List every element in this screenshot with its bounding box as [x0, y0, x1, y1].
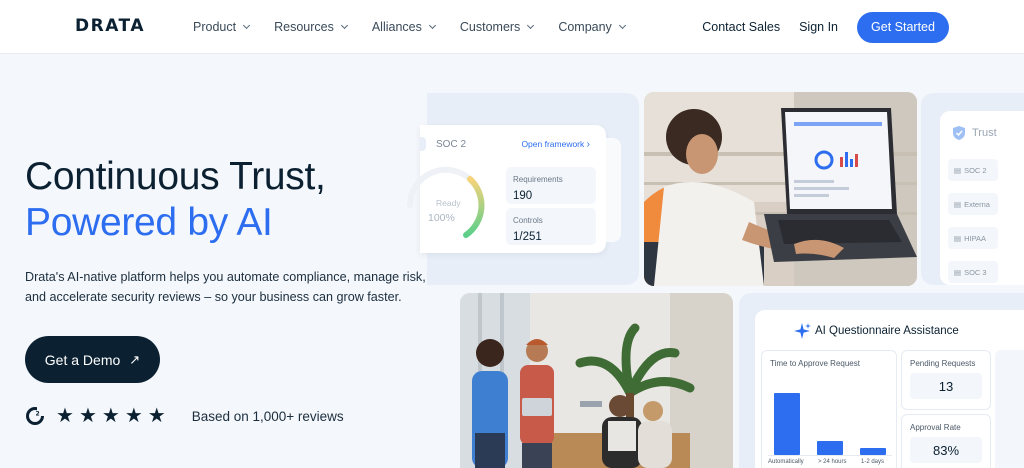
- document-icon: ▤: [954, 267, 962, 277]
- drata-logo[interactable]: DRATA: [75, 16, 145, 36]
- soc2-card: SOC 2 Open framework › Ready 100% Requir…: [407, 125, 606, 253]
- card-stack-edge: [606, 138, 621, 242]
- controls-box: Controls 1/251: [506, 208, 596, 245]
- sparkle-icon: [793, 322, 811, 345]
- controls-value: 1/251: [513, 231, 542, 243]
- chart-title: Time to Approve Request: [770, 359, 860, 368]
- document-icon: ▤: [954, 199, 962, 209]
- chevron-down-icon: [428, 21, 436, 30]
- hero-description: Drata's AI-native platform helps you aut…: [25, 270, 426, 304]
- gauge-label: Ready: [436, 198, 461, 208]
- star-icon: ★: [147, 405, 166, 427]
- get-a-demo-button[interactable]: Get a Demo ↗: [25, 336, 160, 383]
- gauge-value: 100%: [428, 212, 455, 224]
- document-icon: ▤: [954, 233, 962, 243]
- pending-requests-value: 13: [910, 373, 982, 399]
- chart-bar-1-2-days: [860, 448, 886, 455]
- menu-label: Product: [193, 20, 237, 34]
- chart-baseline: [768, 455, 892, 456]
- shield-check-icon: [952, 125, 966, 146]
- trust-item-label: SOC 2: [964, 165, 987, 175]
- reviews-text: Based on 1,000+ reviews: [191, 408, 344, 424]
- star-icon: ★: [101, 405, 120, 427]
- trust-item-external[interactable]: ▤ Externa: [948, 193, 998, 215]
- trust-item-soc2[interactable]: ▤ SOC 2: [948, 159, 998, 181]
- g2-logo-icon: 2: [25, 406, 45, 426]
- chevron-down-icon: [340, 21, 348, 30]
- reviews-summary: 2 ★ ★ ★ ★ ★ Based on 1,000+ reviews: [25, 403, 344, 429]
- bar-label-over-24-hours: > 24 hours: [818, 459, 847, 465]
- nav-actions: Contact Sales Sign In Get Started: [702, 0, 949, 54]
- star-rating: ★ ★ ★ ★ ★: [56, 406, 171, 426]
- main-menu: Product Resources Alliances Customers Co…: [193, 0, 650, 54]
- sign-in-link[interactable]: Sign In: [799, 20, 838, 34]
- woman-laptop-image: [644, 92, 917, 286]
- trust-item-label: SOC 3: [964, 267, 987, 277]
- hero-title-line-2: Powered by AI: [25, 201, 273, 244]
- demo-button-label: Get a Demo: [44, 351, 121, 368]
- trust-title: Trust: [972, 127, 997, 139]
- controls-label: Controls: [513, 216, 543, 225]
- ai-card-title: AI Questionnaire Assistance: [815, 325, 959, 337]
- star-icon: ★: [124, 405, 143, 427]
- shield-icon: [420, 137, 426, 151]
- top-navigation: DRATA Product Resources Alliances Custom…: [0, 0, 1024, 54]
- approval-rate-label: Approval Rate: [910, 423, 961, 432]
- menu-label: Resources: [274, 20, 334, 34]
- approval-rate-value: 83%: [910, 437, 982, 463]
- menu-item-alliances[interactable]: Alliances: [371, 20, 436, 34]
- menu-item-company[interactable]: Company: [558, 20, 626, 34]
- contact-sales-link[interactable]: Contact Sales: [702, 20, 780, 34]
- menu-label: Alliances: [371, 20, 422, 34]
- menu-label: Company: [558, 20, 612, 34]
- pending-requests-card: Pending Requests 13: [901, 350, 991, 410]
- chevron-down-icon: [243, 21, 251, 30]
- chevron-down-icon: [527, 21, 535, 30]
- hero-title-line-1: Continuous Trust,: [25, 155, 326, 198]
- trust-center-card: Trust ▤ SOC 2 ▤ Externa ▤ HIPAA ▤ SOC 3: [940, 111, 1024, 285]
- woman-using-laptop-photo: [644, 92, 917, 286]
- open-framework-link[interactable]: Open framework ›: [521, 139, 590, 150]
- arrow-up-right-icon: ↗: [129, 351, 141, 367]
- svg-text:2: 2: [36, 411, 40, 418]
- trust-item-hipaa[interactable]: ▤ HIPAA: [948, 227, 998, 249]
- menu-item-product[interactable]: Product: [193, 20, 251, 34]
- trust-item-label: HIPAA: [964, 233, 987, 243]
- requirements-label: Requirements: [513, 175, 563, 184]
- trust-item-label: Externa: [964, 199, 990, 209]
- menu-label: Customers: [459, 20, 521, 34]
- chevron-down-icon: [618, 21, 626, 30]
- ai-questionnaire-card: AI Questionnaire Assistance Time to Appr…: [755, 310, 1024, 468]
- pending-requests-label: Pending Requests: [910, 359, 976, 368]
- office-team-photo: [460, 293, 733, 468]
- bar-label-1-2-days: 1-2 days: [861, 459, 885, 465]
- document-icon: ▤: [954, 165, 962, 175]
- requirements-box: Requirements 190: [506, 167, 596, 204]
- chevron-right-icon: ›: [586, 139, 590, 150]
- star-icon: ★: [78, 405, 97, 427]
- chart-bar-automatically: [774, 393, 800, 455]
- soc2-title: SOC 2: [436, 139, 467, 150]
- approval-rate-card: Approval Rate 83%: [901, 414, 991, 468]
- trust-item-soc3[interactable]: ▤ SOC 3: [948, 261, 998, 283]
- chart-bar-over-24-hours: [817, 441, 843, 455]
- open-framework-label: Open framework: [521, 139, 585, 149]
- get-started-button[interactable]: Get Started: [857, 11, 949, 43]
- bar-label-automatically: Automatically: [768, 459, 804, 465]
- requirements-value: 190: [513, 190, 533, 202]
- next-card-edge: [995, 350, 1024, 468]
- star-icon: ★: [56, 405, 74, 427]
- office-team-image: [460, 293, 733, 468]
- menu-item-customers[interactable]: Customers: [459, 20, 535, 34]
- menu-item-resources[interactable]: Resources: [274, 20, 348, 34]
- approval-time-chart: Time to Approve Request Automatically > …: [761, 350, 897, 468]
